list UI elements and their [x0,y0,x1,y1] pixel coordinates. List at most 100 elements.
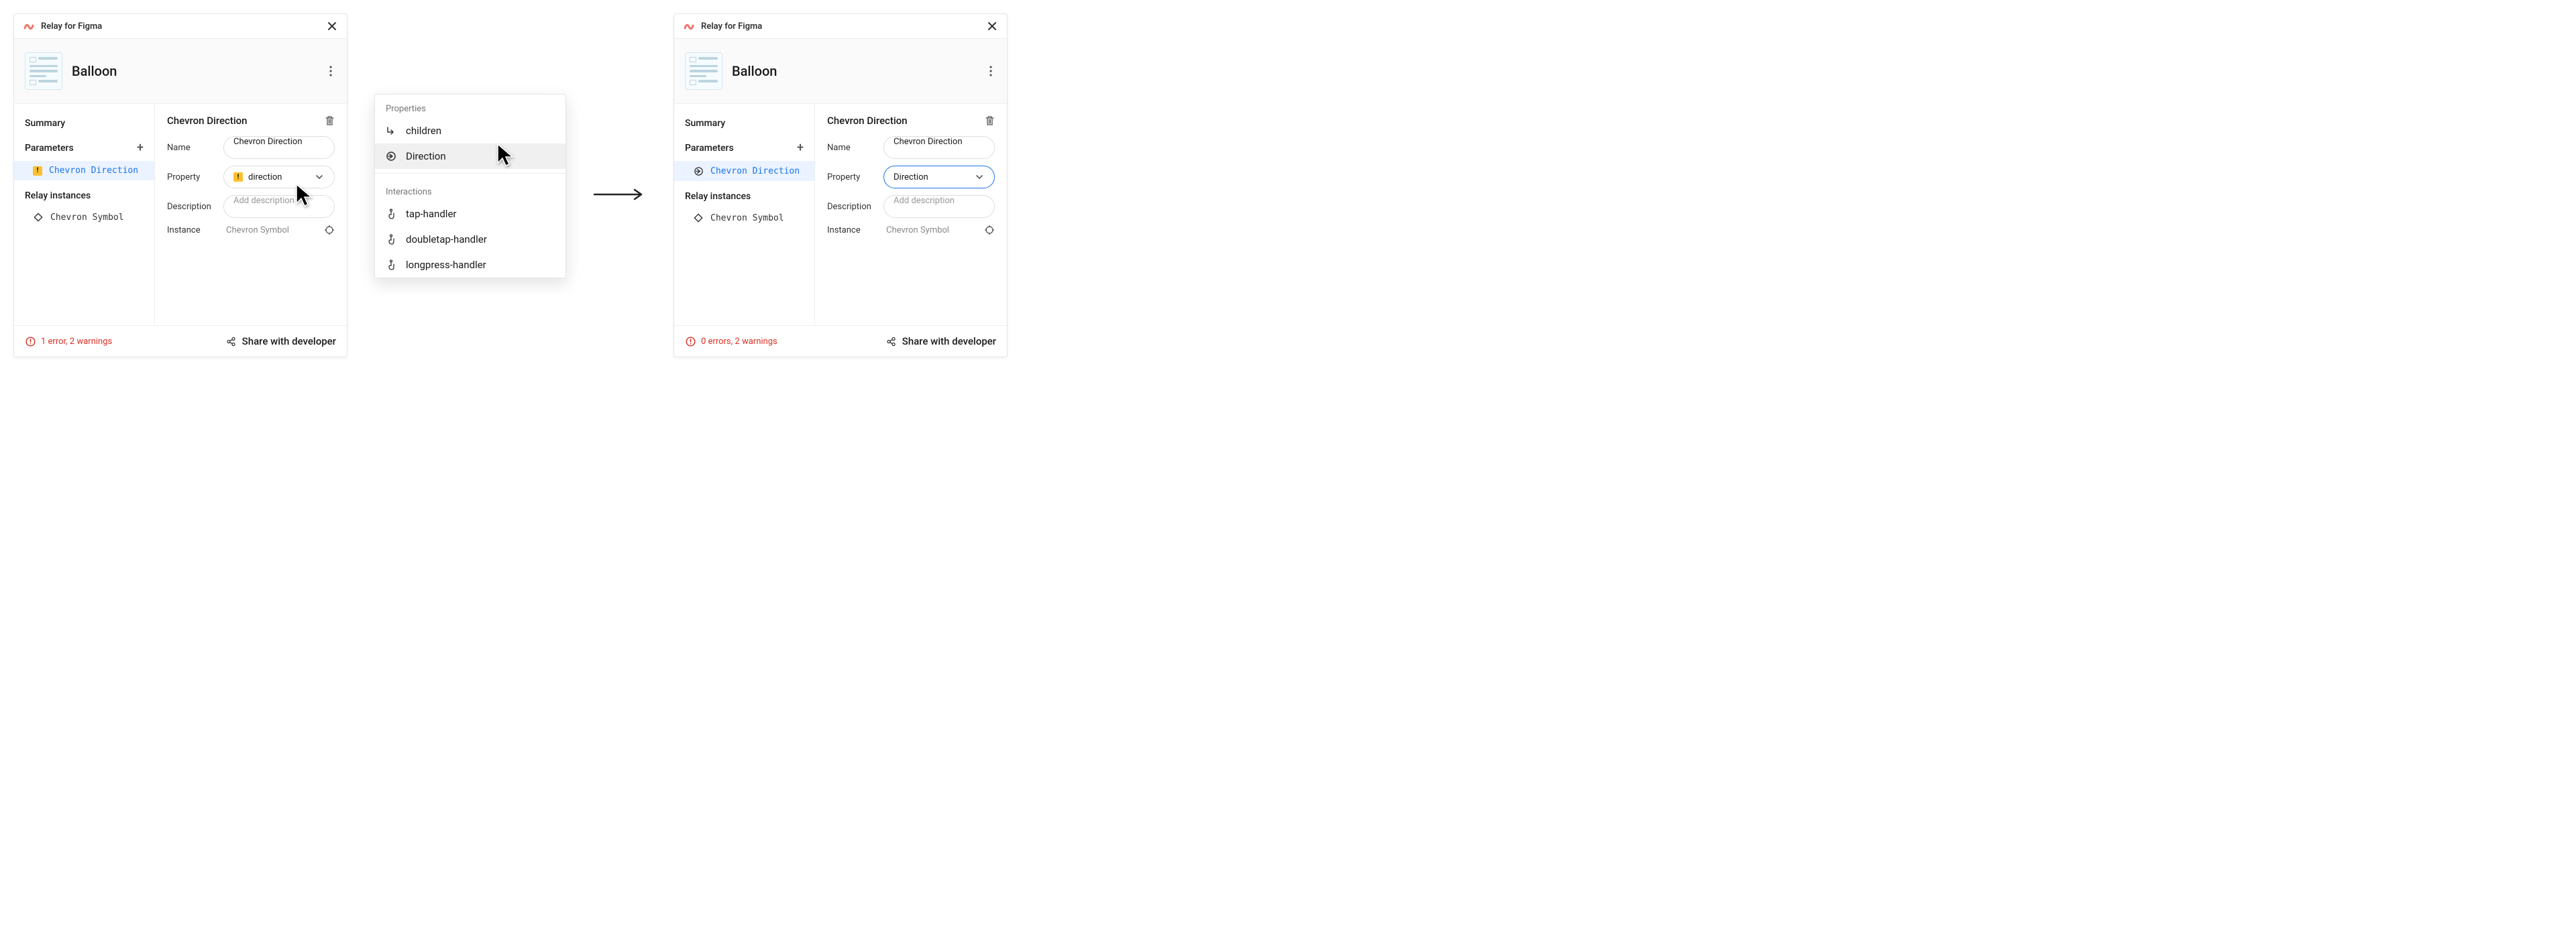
stage: Relay for Figma Balloon Summary P [13,13,2563,357]
share-label: Share with developer [902,335,996,347]
component-thumbnail [685,52,722,90]
description-input[interactable]: Add description [223,195,335,218]
popup-item-longpress-handler[interactable]: longpress-handler [375,252,566,278]
sidebar-param-chevron-direction[interactable]: ! Chevron Direction [14,161,154,180]
sidebar-parameters[interactable]: Parameters + [14,135,154,161]
sidebar-instance-chevron-symbol[interactable]: Chevron Symbol [14,207,154,227]
share-button[interactable]: Share with developer [226,335,336,347]
diamond-icon [33,212,44,223]
share-button[interactable]: Share with developer [886,335,996,347]
chevron-down-icon [314,172,325,182]
share-icon [886,336,897,347]
sidebar-param-chevron-direction[interactable]: Chevron Direction [674,161,814,181]
field-description-label: Description [827,202,877,212]
more-icon[interactable] [325,66,336,76]
instance-value: Chevron Symbol [877,225,984,235]
name-input[interactable]: Chevron Direction [223,136,335,159]
relay-brand-icon [684,21,696,31]
sidebar-relay-instances[interactable]: Relay instances [14,184,154,207]
close-icon[interactable] [987,21,998,32]
field-name: Name Chevron Direction [167,136,335,159]
sidebar-parameters-label: Parameters [685,143,734,154]
field-property-label: Property [167,172,217,182]
popup-item-label: doubletap-handler [406,233,487,245]
sidebar-summary[interactable]: Summary [14,112,154,135]
sidebar-param-label: Chevron Direction [710,166,800,176]
field-name-label: Name [827,143,877,153]
field-property: Property ! direction [167,166,335,188]
field-instance: Instance Chevron Symbol [827,225,995,235]
delete-icon[interactable] [984,115,995,126]
status-label: 1 error, 2 warnings [41,337,112,347]
panel-footer: 0 errors, 2 warnings Share with develope… [674,325,1007,357]
popup-item-label: tap-handler [406,208,456,220]
sidebar: Summary Parameters + Chevron Direction R… [674,104,815,325]
locate-icon[interactable] [984,225,995,235]
status-text[interactable]: 0 errors, 2 warnings [685,336,777,347]
add-parameter-icon[interactable]: + [797,141,804,155]
property-select-value: direction [248,172,282,182]
panel-header: Relay for Figma [14,14,347,39]
more-icon[interactable] [985,66,996,76]
component-name: Balloon [72,63,117,79]
property-select-value: Direction [894,172,928,182]
sidebar-relay-instances-label: Relay instances [685,191,751,202]
add-parameter-icon[interactable]: + [137,141,144,155]
panel-title: Relay for Figma [41,21,102,32]
delete-icon[interactable] [324,115,335,126]
chevron-down-icon [974,172,985,182]
direction-icon [693,166,704,176]
tap-icon [386,234,396,245]
content-title: Chevron Direction [827,115,908,127]
status-text[interactable]: 1 error, 2 warnings [25,336,112,347]
field-property-label: Property [827,172,877,182]
sidebar-instance-chevron-symbol[interactable]: Chevron Symbol [674,208,814,228]
name-input[interactable]: Chevron Direction [883,136,995,159]
popup-item-label: longpress-handler [406,259,486,271]
share-icon [226,336,237,347]
panel-header: Relay for Figma [674,14,1007,39]
component-name: Balloon [732,63,777,79]
property-select[interactable]: Direction [883,166,995,188]
error-icon [25,336,36,347]
field-instance-label: Instance [167,225,217,235]
field-description: Description Add description [167,195,335,218]
close-icon[interactable] [327,21,337,32]
popup-item-children[interactable]: children [375,118,566,143]
panel-body: Summary Parameters + Chevron Direction R… [674,104,1007,325]
popup-item-label: children [406,125,441,137]
children-icon [386,125,396,136]
sidebar-parameters-label: Parameters [25,143,74,154]
sidebar-relay-instances[interactable]: Relay instances [674,185,814,208]
popup-item-label: Direction [406,150,446,162]
field-property: Property Direction [827,166,995,188]
content-title-row: Chevron Direction [167,115,335,127]
error-icon [685,336,696,347]
popup-item-tap-handler[interactable]: tap-handler [375,201,566,227]
panel-body: Summary Parameters + ! Chevron Direction… [14,104,347,325]
field-instance-label: Instance [827,225,877,235]
component-header: Balloon [674,39,1007,104]
relay-brand-icon [23,21,36,31]
content-title: Chevron Direction [167,115,248,127]
popup-item-doubletap-handler[interactable]: doubletap-handler [375,227,566,252]
sidebar-instance-label: Chevron Symbol [710,213,784,223]
description-input[interactable]: Add description [883,195,995,218]
component-header: Balloon [14,39,347,104]
diamond-icon [693,213,704,223]
content-pane: Chevron Direction Name Chevron Direction… [155,104,347,325]
sidebar-summary-label: Summary [685,118,725,129]
warning-badge-icon: ! [233,172,243,182]
relay-panel-before: Relay for Figma Balloon Summary P [13,13,347,357]
property-dropdown-popup: Properties children Direction Interactio… [374,94,566,278]
property-select[interactable]: ! direction [223,166,335,188]
tap-icon [386,209,396,219]
popup-item-direction[interactable]: Direction [375,143,566,169]
sidebar-parameters[interactable]: Parameters + [674,135,814,161]
field-description: Description Add description [827,195,995,218]
content-title-row: Chevron Direction [827,115,995,127]
sidebar-summary[interactable]: Summary [674,112,814,135]
popup-divider [375,173,566,174]
panel-footer: 1 error, 2 warnings Share with developer [14,325,347,357]
locate-icon[interactable] [324,225,335,235]
